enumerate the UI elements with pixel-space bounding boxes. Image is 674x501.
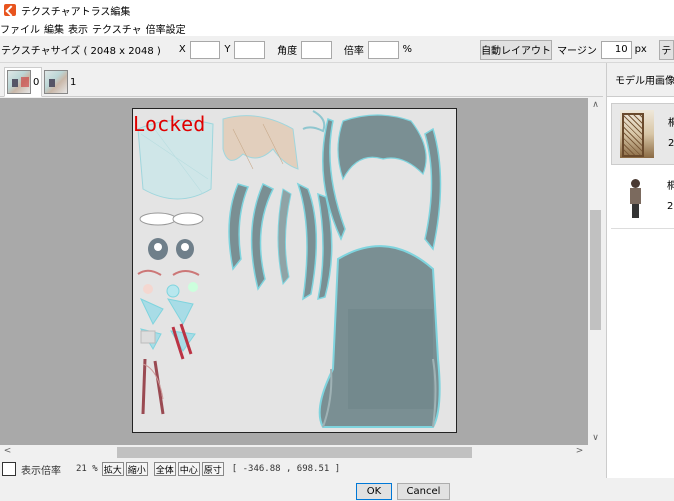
scale-label: 倍率 bbox=[343, 46, 364, 57]
app-icon bbox=[4, 4, 16, 16]
bangs-part bbox=[222, 115, 299, 170]
extra-button[interactable]: テ bbox=[658, 39, 674, 60]
px-label: px bbox=[634, 44, 647, 55]
dialog-buttons: OK Cancel bbox=[0, 478, 674, 501]
locked-indicator: Locked bbox=[133, 112, 206, 136]
texture-parts bbox=[137, 110, 442, 428]
horizontal-scrollbar[interactable]: < > bbox=[0, 445, 588, 460]
side-hair-right bbox=[424, 127, 442, 251]
model-image-name: 桐 bbox=[667, 177, 674, 192]
zoom-value: 21 % bbox=[76, 464, 98, 474]
x-label: X bbox=[178, 44, 186, 55]
scroll-left-icon[interactable]: < bbox=[0, 446, 15, 456]
ok-button[interactable]: OK bbox=[356, 483, 392, 500]
angle-label: 角度 bbox=[277, 46, 298, 57]
eyes-part bbox=[137, 212, 204, 298]
margin-label: マージン bbox=[557, 46, 597, 57]
scale-input[interactable] bbox=[367, 40, 399, 59]
auto-layout-button[interactable]: 自動レイアウト bbox=[480, 39, 553, 60]
zoom-label: 表示倍率 bbox=[21, 465, 61, 477]
fit-all-button[interactable]: 全体 bbox=[153, 462, 176, 476]
model-image-list-header: モデル用画像リス bbox=[607, 63, 674, 97]
window-title: テクスチャアトラス編集 bbox=[21, 6, 131, 18]
texture-thumbnail bbox=[44, 70, 68, 94]
angle-input[interactable] bbox=[301, 40, 332, 59]
texture-atlas[interactable]: Locked bbox=[132, 108, 457, 433]
atlas-pane: 0 1 Locked ∧ ∨ < > 表示倍率 21 % 拡大 縮小 全体 中心… bbox=[0, 63, 603, 478]
center-button[interactable]: 中心 bbox=[177, 462, 200, 476]
model-image-item[interactable]: 桐 2 bbox=[611, 167, 674, 229]
scroll-down-icon[interactable]: ∨ bbox=[588, 433, 603, 443]
zoom-out-button[interactable]: 縮小 bbox=[125, 462, 148, 476]
tab-label: 1 bbox=[70, 76, 77, 88]
model-image-thumbnail bbox=[619, 173, 653, 221]
model-image-size: 2 bbox=[668, 138, 674, 149]
model-image-thumbnail bbox=[620, 110, 654, 158]
menu-view[interactable]: 表示 bbox=[68, 21, 92, 36]
tab-label: 0 bbox=[33, 76, 40, 88]
ahoge-part bbox=[302, 110, 326, 133]
cursor-coordinates: [ -346.88 , 698.51 ] bbox=[231, 464, 341, 474]
zoom-in-button[interactable]: 拡大 bbox=[101, 462, 124, 476]
x-input[interactable] bbox=[189, 40, 221, 59]
hair-strands-part bbox=[228, 182, 333, 301]
texture-thumbnail bbox=[7, 70, 31, 94]
status-bar: 表示倍率 21 % 拡大 縮小 全体 中心 原寸 [ -346.88 , 698… bbox=[0, 460, 603, 478]
actual-size-button[interactable]: 原寸 bbox=[201, 462, 224, 476]
scroll-corner bbox=[588, 445, 603, 460]
model-image-name: 桐 bbox=[668, 114, 674, 129]
model-image-item[interactable]: 桐 2 bbox=[611, 103, 674, 165]
model-image-size: 2 bbox=[667, 201, 674, 212]
menu-scale-settings[interactable]: 倍率設定 bbox=[146, 21, 190, 36]
menu-file[interactable]: ファイル bbox=[0, 21, 44, 36]
horizontal-scroll-thumb[interactable] bbox=[117, 447, 472, 458]
texture-tabs: 0 1 bbox=[0, 63, 603, 97]
percent-label: % bbox=[402, 44, 413, 55]
y-input[interactable] bbox=[234, 40, 266, 59]
vertical-scrollbar[interactable]: ∧ ∨ bbox=[588, 98, 603, 445]
back-hair-top-part bbox=[337, 114, 427, 181]
tab-texture-1[interactable]: 1 bbox=[42, 67, 78, 97]
status-checkbox[interactable] bbox=[2, 462, 16, 476]
scroll-right-icon[interactable]: > bbox=[572, 446, 587, 456]
cancel-button[interactable]: Cancel bbox=[397, 483, 450, 500]
model-image-list: モデル用画像リス 桐 2 桐 2 bbox=[606, 63, 674, 478]
long-back-hair-part bbox=[318, 245, 441, 428]
toolbar: テクスチャサイズ ( 2048 x 2048 ) X Y 角度 倍率 % 自動レ… bbox=[0, 37, 674, 63]
tab-texture-0[interactable]: 0 bbox=[4, 67, 43, 97]
y-label: Y bbox=[224, 44, 231, 55]
menu-texture[interactable]: テクスチャ bbox=[92, 21, 146, 36]
margin-input[interactable]: 10 bbox=[600, 40, 632, 59]
title-bar: テクスチャアトラス編集 bbox=[0, 0, 674, 20]
texture-size-label: テクスチャサイズ ( 2048 x 2048 ) bbox=[1, 46, 161, 57]
atlas-canvas[interactable]: Locked bbox=[0, 98, 588, 445]
legs-part bbox=[141, 358, 165, 415]
scroll-up-icon[interactable]: ∧ bbox=[588, 100, 603, 110]
vertical-scroll-thumb[interactable] bbox=[590, 210, 601, 330]
menu-bar: ファイル 編集 表示 テクスチャ 倍率設定 bbox=[0, 20, 674, 36]
menu-edit[interactable]: 編集 bbox=[44, 21, 68, 36]
